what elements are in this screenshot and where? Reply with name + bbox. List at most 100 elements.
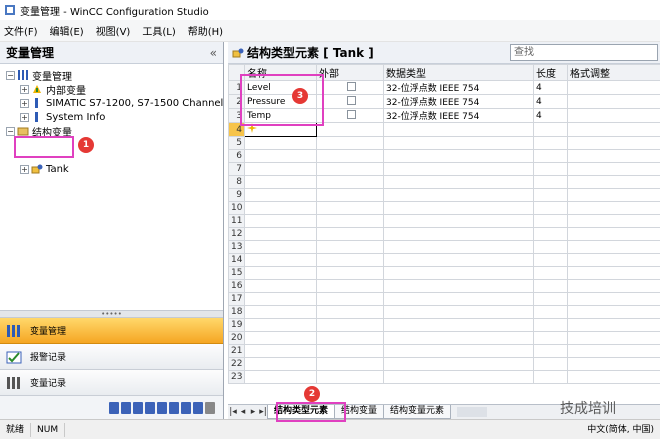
- column-header-format[interactable]: 格式调整: [567, 64, 660, 81]
- empty-cell[interactable]: [316, 318, 384, 332]
- empty-cell[interactable]: [244, 266, 317, 280]
- empty-cell[interactable]: [533, 201, 568, 215]
- empty-cell[interactable]: [383, 240, 534, 254]
- empty-cell[interactable]: [533, 136, 568, 150]
- empty-cell[interactable]: [567, 344, 660, 358]
- empty-cell[interactable]: [244, 214, 317, 228]
- shortcut-icon[interactable]: [121, 402, 131, 414]
- empty-cell[interactable]: [533, 370, 568, 384]
- expand-icon[interactable]: +: [20, 164, 29, 174]
- empty-cell[interactable]: [533, 331, 568, 345]
- column-header-length[interactable]: 长度: [533, 64, 568, 81]
- empty-cell[interactable]: [567, 214, 660, 228]
- table-row-empty[interactable]: 18: [228, 305, 660, 319]
- menu-tools[interactable]: 工具(L): [142, 23, 175, 38]
- cell-data-type[interactable]: 32-位浮点数 IEEE 754: [383, 80, 534, 95]
- menu-help[interactable]: 帮助(H): [188, 23, 223, 38]
- empty-cell[interactable]: [533, 227, 568, 241]
- empty-cell[interactable]: [567, 305, 660, 319]
- empty-cell[interactable]: [533, 266, 568, 280]
- empty-cell[interactable]: [383, 175, 534, 189]
- cell-external[interactable]: [316, 122, 384, 137]
- table-row-empty[interactable]: 9: [228, 188, 660, 202]
- empty-cell[interactable]: [567, 240, 660, 254]
- cell-external[interactable]: [316, 80, 384, 95]
- nav-tag-management[interactable]: 变量管理: [0, 318, 223, 344]
- table-row-empty[interactable]: 8: [228, 175, 660, 189]
- empty-cell[interactable]: [244, 188, 317, 202]
- expand-icon[interactable]: −: [6, 70, 15, 80]
- empty-cell[interactable]: [316, 253, 384, 267]
- column-header-external[interactable]: 外部: [316, 64, 384, 81]
- menu-file[interactable]: 文件(F): [4, 23, 38, 38]
- empty-cell[interactable]: [533, 240, 568, 254]
- empty-cell[interactable]: [383, 253, 534, 267]
- empty-cell[interactable]: [244, 162, 317, 176]
- table-row-empty[interactable]: 17: [228, 292, 660, 306]
- empty-cell[interactable]: [244, 357, 317, 371]
- cell-length[interactable]: 4: [533, 108, 568, 123]
- empty-cell[interactable]: [244, 305, 317, 319]
- empty-cell[interactable]: [316, 201, 384, 215]
- empty-cell[interactable]: [383, 266, 534, 280]
- empty-cell[interactable]: [383, 370, 534, 384]
- tree-node-s7-channel[interactable]: + SIMATIC S7-1200, S7-1500 Channel: [20, 96, 223, 110]
- table-row-empty[interactable]: 15: [228, 266, 660, 280]
- empty-cell[interactable]: [567, 331, 660, 345]
- empty-cell[interactable]: [316, 188, 384, 202]
- tree-node-struct-tags[interactable]: − 结构变量: [6, 124, 72, 139]
- table-row-empty[interactable]: 7: [228, 162, 660, 176]
- empty-cell[interactable]: [567, 266, 660, 280]
- empty-cell[interactable]: [244, 253, 317, 267]
- empty-cell[interactable]: [383, 149, 534, 163]
- empty-cell[interactable]: [316, 331, 384, 345]
- empty-cell[interactable]: [244, 175, 317, 189]
- cell-data-type[interactable]: 32-位浮点数 IEEE 754: [383, 94, 534, 109]
- empty-cell[interactable]: [567, 253, 660, 267]
- empty-cell[interactable]: [316, 175, 384, 189]
- empty-cell[interactable]: [316, 136, 384, 150]
- table-row-new[interactable]: 4: [228, 122, 660, 137]
- empty-cell[interactable]: [316, 162, 384, 176]
- empty-cell[interactable]: [567, 201, 660, 215]
- empty-cell[interactable]: [316, 227, 384, 241]
- empty-cell[interactable]: [244, 279, 317, 293]
- table-row-empty[interactable]: 19: [228, 318, 660, 332]
- empty-cell[interactable]: [383, 292, 534, 306]
- empty-cell[interactable]: [244, 136, 317, 150]
- external-checkbox[interactable]: [347, 109, 356, 119]
- table-row-empty[interactable]: 10: [228, 201, 660, 215]
- table-row-empty[interactable]: 22: [228, 357, 660, 371]
- empty-cell[interactable]: [316, 357, 384, 371]
- empty-cell[interactable]: [533, 292, 568, 306]
- empty-cell[interactable]: [533, 344, 568, 358]
- nav-alarm-logging[interactable]: 报警记录: [0, 344, 223, 370]
- empty-cell[interactable]: [567, 188, 660, 202]
- empty-cell[interactable]: [533, 149, 568, 163]
- empty-cell[interactable]: [533, 253, 568, 267]
- empty-cell[interactable]: [383, 279, 534, 293]
- empty-cell[interactable]: [316, 370, 384, 384]
- expand-icon[interactable]: +: [20, 84, 29, 94]
- table-row-empty[interactable]: 12: [228, 227, 660, 241]
- tab-struct-tag-elements[interactable]: 结构变量元素: [383, 405, 452, 419]
- horizontal-scrollbar[interactable]: [457, 407, 488, 417]
- cell-format[interactable]: [567, 94, 660, 109]
- empty-cell[interactable]: [533, 279, 568, 293]
- cell-format[interactable]: [567, 80, 660, 95]
- expand-icon[interactable]: +: [20, 98, 29, 108]
- shortcut-icon[interactable]: [145, 402, 155, 414]
- collapse-icon[interactable]: «: [210, 46, 217, 60]
- shortcut-icon[interactable]: [133, 402, 143, 414]
- cell-external[interactable]: [316, 108, 384, 123]
- empty-cell[interactable]: [316, 279, 384, 293]
- empty-cell[interactable]: [383, 318, 534, 332]
- cell-name[interactable]: Temp: [244, 108, 317, 123]
- empty-cell[interactable]: [533, 214, 568, 228]
- column-header-name[interactable]: 名称: [244, 64, 317, 81]
- empty-cell[interactable]: [244, 292, 317, 306]
- table-row[interactable]: 3 Temp 32-位浮点数 IEEE 754 4: [228, 108, 660, 123]
- first-tab-icon[interactable]: |◂: [228, 407, 238, 417]
- empty-cell[interactable]: [567, 370, 660, 384]
- empty-cell[interactable]: [244, 318, 317, 332]
